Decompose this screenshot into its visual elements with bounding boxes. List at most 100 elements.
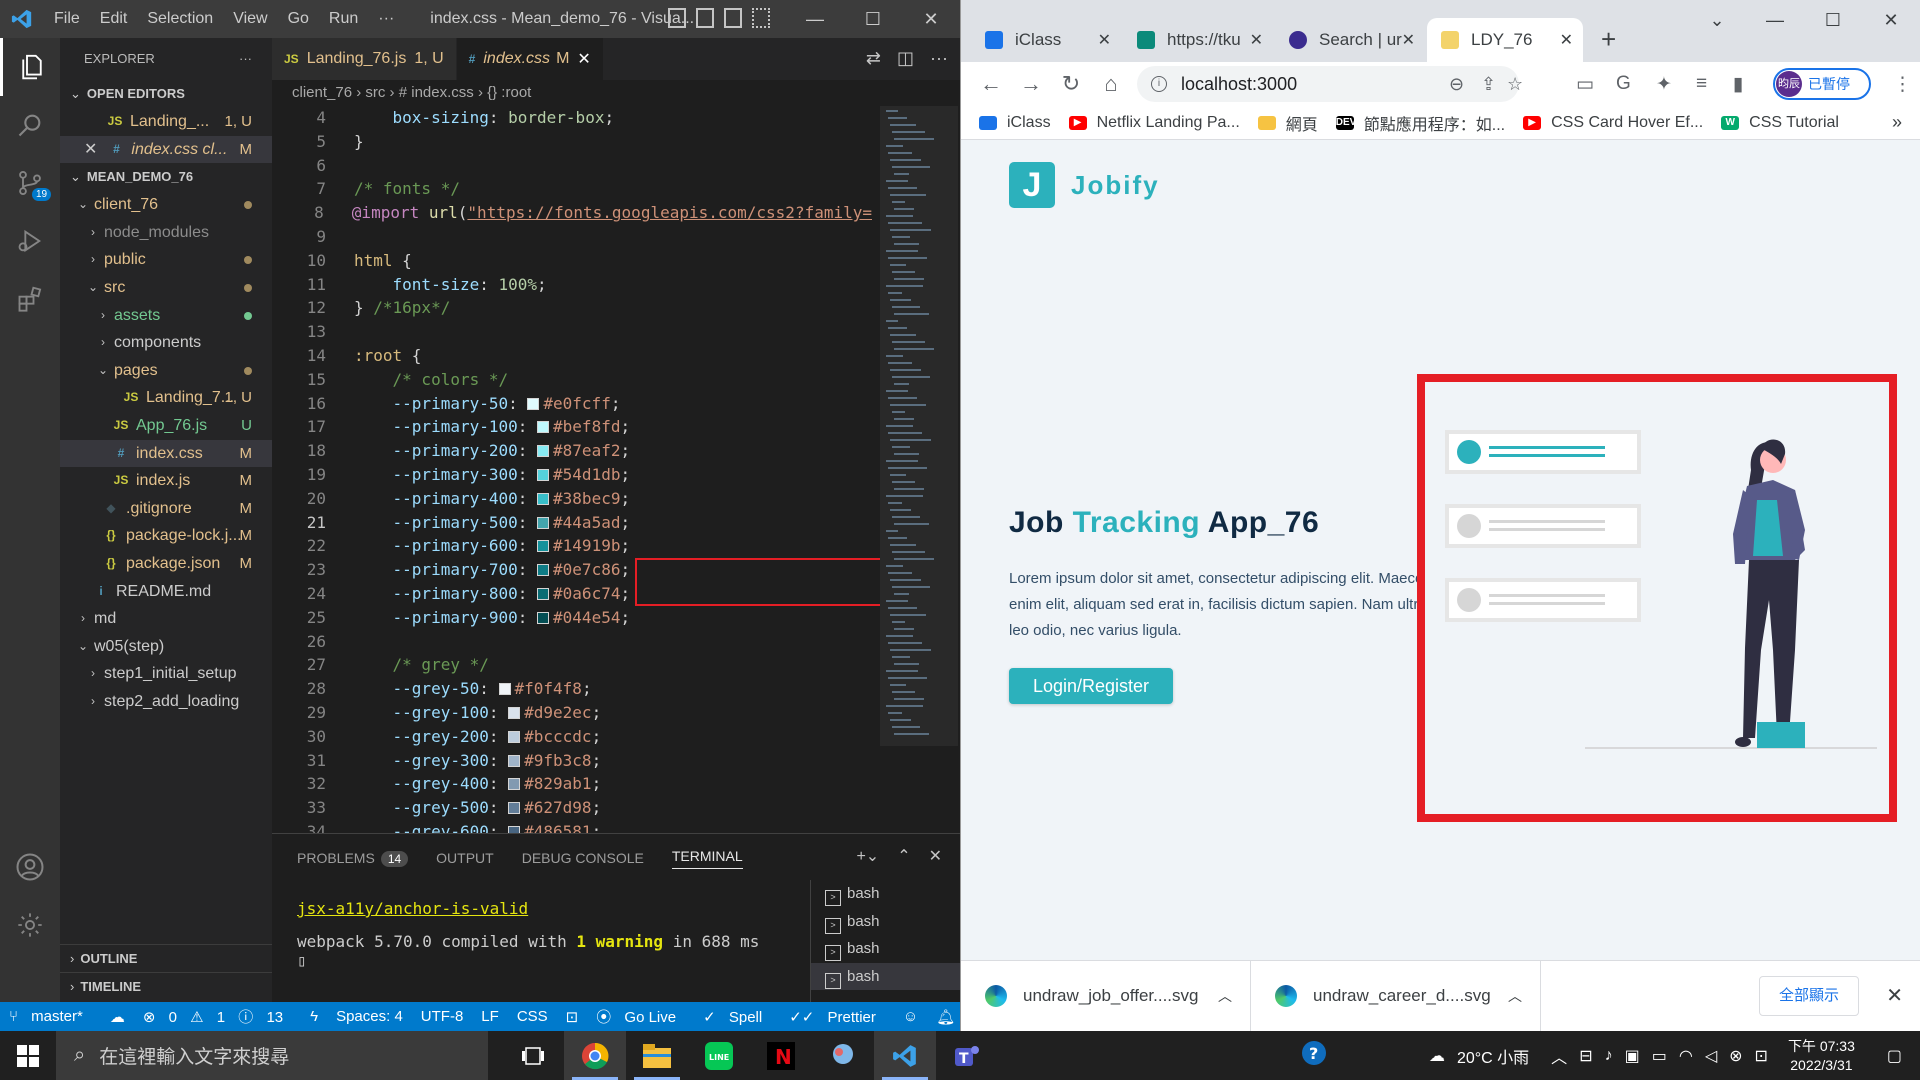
sync-icon[interactable]: ☁ [101, 1008, 134, 1026]
download-options-chevron-icon[interactable]: ︿ [1508, 986, 1522, 1006]
encoding-status[interactable]: UTF-8 [412, 1008, 473, 1025]
explorer-item[interactable]: › assets [60, 302, 272, 330]
close-panel-icon[interactable]: ✕ [929, 846, 942, 866]
code-line[interactable]: 22 --primary-600: #14919b; [272, 534, 872, 558]
run-debug-icon[interactable] [0, 212, 60, 270]
volume-icon[interactable]: ◁ [1699, 1046, 1723, 1066]
bookmark-item[interactable]: DEV 節點應用程序：如... [1335, 111, 1505, 135]
explorer-item[interactable]: ⌄ src [60, 274, 272, 302]
code-line[interactable]: 19 --primary-300: #54d1db; [272, 463, 872, 487]
explorer-item[interactable]: › step2_add_loading [60, 688, 272, 716]
chrome-close-button[interactable]: ✕ [1862, 0, 1920, 40]
reload-button[interactable]: ↻ [1051, 71, 1091, 97]
bookmarks-overflow-icon[interactable]: » [1892, 112, 1902, 133]
menu-item[interactable]: Selection [137, 0, 223, 38]
color-swatch[interactable] [537, 516, 550, 529]
maximize-button[interactable]: ☐ [844, 0, 902, 38]
forward-button[interactable]: → [1011, 71, 1051, 97]
terminal-output[interactable]: jsx-a11y/anchor-is-valid webpack 5.70.0 … [297, 899, 759, 970]
manage-gear-icon[interactable] [0, 896, 60, 954]
explorer-item[interactable]: › public [60, 246, 272, 274]
chrome-minimize-button[interactable]: — [1746, 0, 1804, 40]
bookmark-item[interactable]: W CSS Tutorial [1721, 114, 1839, 132]
editor-more-icon[interactable]: ··· [930, 48, 948, 69]
explorer-item[interactable]: ◆ .gitignore M [60, 495, 272, 523]
code-line[interactable]: 7 /* fonts */ [272, 177, 872, 201]
bookmark-item[interactable]: 網頁 [1257, 111, 1318, 135]
panel-tab-debug-console[interactable]: DEBUG CONSOLE [522, 850, 644, 866]
menu-item[interactable]: ··· [368, 0, 404, 38]
minimap[interactable] [880, 106, 960, 833]
wifi-icon[interactable]: ◠ [1673, 1046, 1699, 1066]
notification-center-icon[interactable]: ▢ [1869, 1046, 1920, 1066]
breadcrumb-item[interactable]: # index.css [399, 84, 474, 101]
toggle-sidebar-icon[interactable] [668, 8, 686, 28]
back-button[interactable]: ← [971, 71, 1011, 97]
panel-tab-output[interactable]: OUTPUT [436, 850, 494, 866]
mute-icon[interactable]: ⊗ [1723, 1046, 1748, 1066]
timeline-section[interactable]: › TIMELINE [60, 972, 272, 1000]
explorer-item[interactable]: JS App_76.js U [60, 412, 272, 440]
language-status[interactable]: CSS [508, 1008, 557, 1025]
accounts-icon[interactable] [0, 838, 60, 896]
explorer-item[interactable]: ⌄ w05(step) [60, 633, 272, 661]
panel-tab-problems[interactable]: PROBLEMS 14 [297, 850, 409, 867]
color-swatch[interactable] [537, 564, 550, 577]
tab-close-icon[interactable]: ✕ [1560, 30, 1573, 50]
explorer-icon[interactable] [0, 38, 60, 96]
explorer-item[interactable]: {} package-lock.j... M [60, 522, 272, 550]
outline-section[interactable]: › OUTLINE [60, 944, 272, 972]
code-line[interactable]: 32 --grey-400: #829ab1; [272, 772, 872, 796]
color-swatch[interactable] [537, 445, 550, 458]
spell-button[interactable]: ✓ Spell [694, 1008, 780, 1026]
color-swatch[interactable] [508, 706, 521, 719]
feedback-icon[interactable]: ☺ [894, 1008, 927, 1025]
toggle-secondary-sidebar-icon[interactable] [724, 8, 742, 28]
code-line[interactable]: 33 --grey-500: #627d98; [272, 796, 872, 820]
open-editors-section[interactable]: ⌄ OPEN EDITORS [60, 80, 272, 108]
explorer-item[interactable]: JS index.js M [60, 467, 272, 495]
close-downloads-icon[interactable]: ✕ [1886, 983, 1903, 1008]
side-panel-icon[interactable]: ▮ [1733, 73, 1743, 96]
show-all-downloads-button[interactable]: 全部顯示 [1759, 976, 1859, 1016]
bookmark-item[interactable]: iClass [979, 114, 1051, 132]
home-button[interactable]: ⌂ [1091, 71, 1131, 97]
windows-start-icon[interactable] [0, 1044, 56, 1067]
breadcrumb-item[interactable]: client_76 [292, 84, 352, 101]
bookmark-item[interactable]: ▶ CSS Card Hover Ef... [1523, 114, 1703, 132]
clock[interactable]: 下午 07:33 2022/3/31 [1774, 1037, 1869, 1075]
tab-search-icon[interactable]: ⌄ [1688, 0, 1746, 40]
media-control-icon[interactable]: ≡ [1696, 73, 1707, 95]
tab-close-icon[interactable]: ✕ [1250, 30, 1263, 50]
branch-status[interactable]: ⑂ master* [0, 1008, 101, 1025]
code-line[interactable]: 25 --primary-900: #044e54; [272, 606, 872, 630]
color-swatch[interactable] [537, 468, 550, 481]
source-control-icon[interactable]: 19 [0, 154, 60, 212]
profile-button[interactable]: 昀辰 已暫停 [1773, 68, 1871, 100]
tray-app-icon[interactable]: ⊟ [1573, 1046, 1598, 1066]
menu-item[interactable]: View [223, 0, 277, 38]
code-line[interactable]: 34 --grey-600: #486581; [272, 820, 872, 833]
code-line[interactable]: 4 box-sizing: border-box; [272, 106, 872, 130]
explorer-item[interactable]: ⌄ client_76 [60, 191, 272, 219]
search-icon[interactable] [0, 96, 60, 154]
explorer-item[interactable]: › md [60, 605, 272, 633]
login-register-button[interactable]: Login/Register [1009, 668, 1173, 704]
code-line[interactable]: 29 --grey-100: #d9e2ec; [272, 701, 872, 725]
line-taskbar-icon[interactable]: LINE [688, 1031, 750, 1080]
bookmark-star-icon[interactable]: ☆ [1507, 74, 1523, 95]
weather-icon[interactable]: ☁ [1423, 1046, 1451, 1066]
split-editor-icon[interactable]: ◫ [897, 48, 914, 69]
translate-extension-icon[interactable]: G [1616, 73, 1631, 95]
code-line[interactable]: 6 [272, 154, 872, 178]
chrome-tab-tku[interactable]: https://tku ✕ [1123, 18, 1273, 62]
toggle-panel-icon[interactable] [696, 8, 714, 28]
chrome-tab-search[interactable]: Search | ur ✕ [1275, 18, 1425, 62]
code-line[interactable]: 13 [272, 320, 872, 344]
lightning-icon[interactable]: ϟ [301, 1008, 327, 1025]
menu-item[interactable]: Edit [90, 0, 138, 38]
battery-icon[interactable]: ▭ [1646, 1046, 1673, 1066]
menu-item[interactable]: Go [278, 0, 319, 38]
breadcrumb-item[interactable]: src [365, 84, 385, 101]
tab-index-css[interactable]: # index.css M ✕ [456, 38, 604, 80]
